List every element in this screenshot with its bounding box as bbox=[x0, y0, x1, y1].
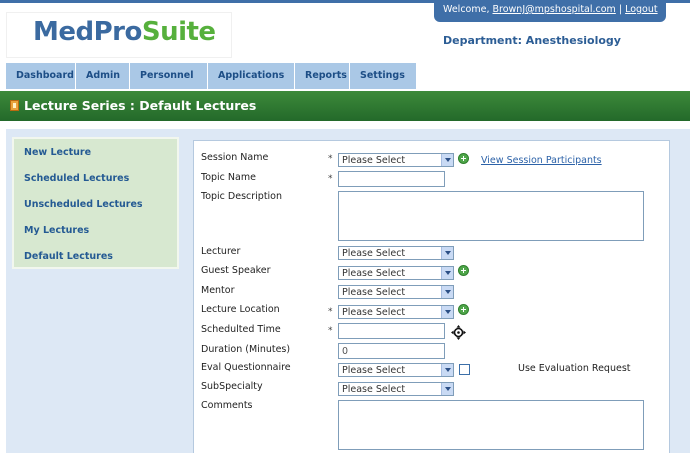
topic-description-label: Topic Description bbox=[201, 191, 283, 202]
comments-label: Comments bbox=[201, 400, 253, 411]
mentor-select[interactable]: Please Select bbox=[338, 285, 454, 299]
chevron-down-icon bbox=[441, 364, 453, 376]
nav-tab-settings[interactable]: Settings bbox=[350, 63, 417, 89]
chevron-down-icon bbox=[441, 286, 453, 298]
required-marker: * bbox=[328, 154, 333, 164]
topic-name-input[interactable] bbox=[338, 171, 445, 187]
lecturer-select[interactable]: Please Select bbox=[338, 246, 454, 260]
chevron-down-icon bbox=[441, 247, 453, 259]
subspecialty-label: SubSpecialty bbox=[201, 381, 263, 392]
eval-questionnaire-select[interactable]: Please Select bbox=[338, 363, 454, 377]
main-nav: Dashboard Admin Personnel Applications R… bbox=[6, 63, 417, 89]
page-title-bar: Lecture Series : Default Lectures bbox=[0, 91, 690, 121]
topic-name-label: Topic Name bbox=[201, 172, 256, 183]
required-marker: * bbox=[328, 326, 333, 336]
chevron-down-icon bbox=[441, 383, 453, 395]
sidebar: New Lecture Scheduled Lectures Unschedul… bbox=[12, 137, 179, 269]
add-location-icon[interactable] bbox=[458, 304, 469, 315]
duration-input[interactable]: 0 bbox=[338, 343, 445, 359]
subspecialty-select-value: Please Select bbox=[342, 384, 406, 395]
duration-label: Duration (Minutes) bbox=[201, 344, 291, 355]
lecture-location-select[interactable]: Please Select bbox=[338, 305, 454, 319]
logo-text-medpro: MedPro bbox=[33, 17, 142, 47]
session-name-select[interactable]: Please Select bbox=[338, 153, 454, 167]
sidebar-item-new-lecture[interactable]: New Lecture bbox=[24, 147, 91, 158]
scheduled-time-label: Schedulted Time bbox=[201, 324, 281, 335]
guest-speaker-select-value: Please Select bbox=[342, 268, 406, 279]
sidebar-item-scheduled-lectures[interactable]: Scheduled Lectures bbox=[24, 173, 129, 184]
chevron-down-icon bbox=[441, 154, 453, 166]
sidebar-item-default-lectures[interactable]: Default Lectures bbox=[24, 251, 113, 262]
logo-container: MedProSuite bbox=[6, 12, 232, 58]
nav-tab-dashboard[interactable]: Dashboard bbox=[6, 63, 76, 89]
logo-text-suite: Suite bbox=[141, 17, 216, 47]
welcome-bar: Welcome, BrownJ@mpshospital.com | Logout bbox=[434, 0, 666, 22]
chevron-down-icon bbox=[441, 306, 453, 318]
use-evaluation-request-label: Use Evaluation Request bbox=[518, 363, 631, 374]
mentor-select-value: Please Select bbox=[342, 287, 406, 298]
required-marker: * bbox=[328, 307, 333, 317]
sidebar-item-my-lectures[interactable]: My Lectures bbox=[24, 225, 89, 236]
welcome-text: Welcome, bbox=[443, 4, 490, 15]
user-email-link[interactable]: BrownJ@mpshospital.com bbox=[493, 4, 616, 15]
lecture-location-label: Lecture Location bbox=[201, 304, 280, 315]
view-session-participants-link[interactable]: View Session Participants bbox=[481, 155, 602, 166]
session-name-select-value: Please Select bbox=[342, 155, 406, 166]
app-logo[interactable]: MedProSuite bbox=[33, 17, 216, 47]
add-guest-speaker-icon[interactable] bbox=[458, 265, 469, 276]
nav-tab-reports[interactable]: Reports bbox=[295, 63, 350, 89]
add-session-icon[interactable] bbox=[458, 153, 469, 164]
lecturer-label: Lecturer bbox=[201, 246, 241, 257]
lecturer-select-value: Please Select bbox=[342, 248, 406, 259]
department-label: Department: Anesthesiology bbox=[443, 34, 621, 47]
scheduled-time-input[interactable] bbox=[338, 323, 445, 339]
use-evaluation-request-checkbox[interactable] bbox=[459, 364, 470, 375]
topic-description-textarea[interactable] bbox=[338, 191, 644, 241]
chevron-down-icon bbox=[441, 267, 453, 279]
time-picker-icon[interactable] bbox=[451, 325, 466, 340]
subspecialty-select[interactable]: Please Select bbox=[338, 382, 454, 396]
eval-questionnaire-label: Eval Questionnaire bbox=[201, 362, 291, 373]
logout-link[interactable]: Logout bbox=[625, 4, 658, 15]
required-marker: * bbox=[328, 174, 333, 184]
eval-questionnaire-select-value: Please Select bbox=[342, 365, 406, 376]
welcome-separator: | bbox=[618, 4, 623, 15]
nav-tab-applications[interactable]: Applications bbox=[208, 63, 295, 89]
nav-tab-admin[interactable]: Admin bbox=[76, 63, 130, 89]
nav-tab-personnel[interactable]: Personnel bbox=[130, 63, 208, 89]
lecture-location-select-value: Please Select bbox=[342, 307, 406, 318]
guest-speaker-select[interactable]: Please Select bbox=[338, 266, 454, 280]
page-title: Lecture Series : Default Lectures bbox=[24, 98, 257, 113]
guest-speaker-label: Guest Speaker bbox=[201, 265, 271, 276]
session-name-label: Session Name bbox=[201, 152, 269, 163]
document-icon bbox=[10, 100, 19, 111]
page: MedProSuite Welcome, BrownJ@mpshospital.… bbox=[0, 0, 690, 453]
sidebar-item-unscheduled-lectures[interactable]: Unscheduled Lectures bbox=[24, 199, 143, 210]
comments-textarea[interactable] bbox=[338, 400, 644, 450]
mentor-label: Mentor bbox=[201, 285, 235, 296]
